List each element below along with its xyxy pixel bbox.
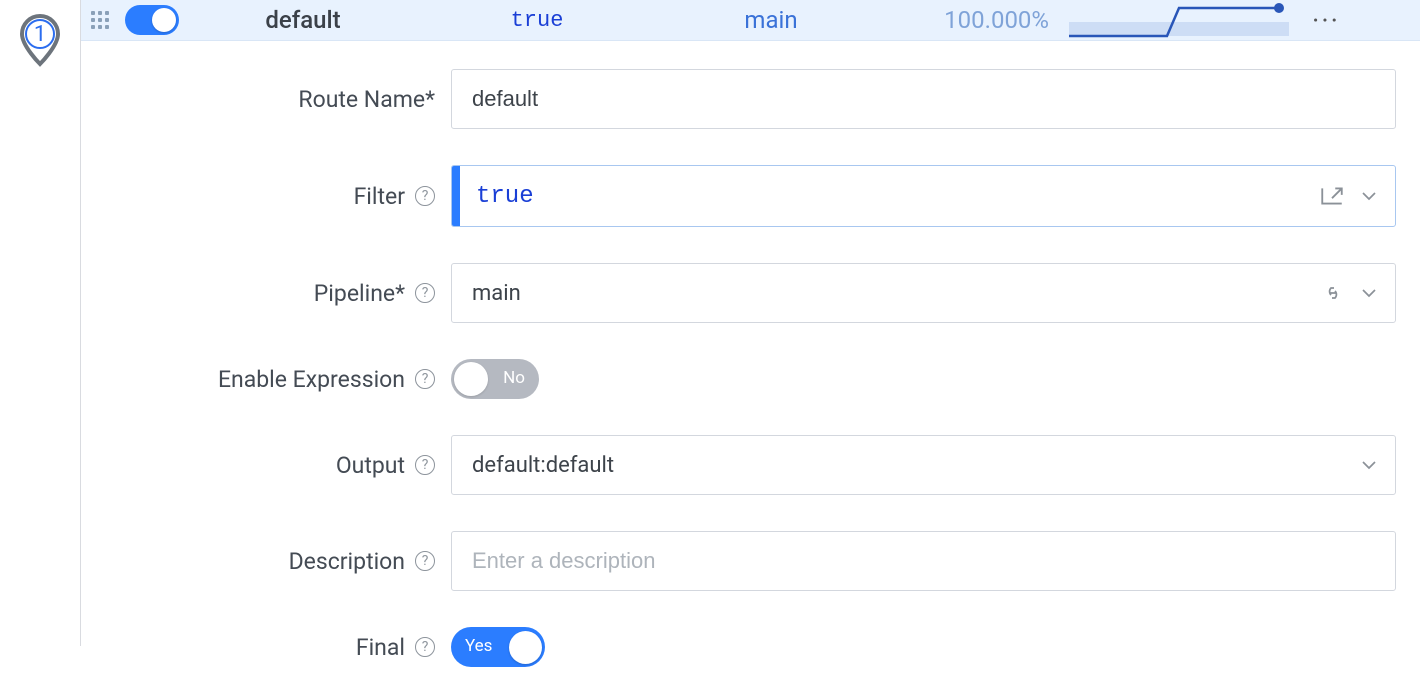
route-summary-header: default true main 100.000% ··· bbox=[81, 0, 1420, 41]
toggle-label-no: No bbox=[503, 368, 525, 388]
header-percent: 100.000% bbox=[895, 6, 1055, 34]
help-icon[interactable]: ? bbox=[415, 551, 435, 571]
help-icon[interactable]: ? bbox=[415, 455, 435, 475]
output-select[interactable]: default:default bbox=[451, 435, 1396, 495]
output-value: default:default bbox=[472, 453, 1357, 478]
badge-column: 1 bbox=[0, 0, 80, 646]
filter-value: true bbox=[460, 183, 1319, 210]
route-index: 1 bbox=[16, 22, 64, 47]
label-description: Description bbox=[289, 548, 405, 575]
route-name-input[interactable] bbox=[451, 69, 1396, 129]
chevron-down-icon[interactable] bbox=[1357, 184, 1381, 208]
label-route-name: Route Name* bbox=[298, 86, 435, 113]
label-pipeline: Pipeline* bbox=[314, 280, 405, 307]
help-icon[interactable]: ? bbox=[415, 369, 435, 389]
drag-handle-icon[interactable] bbox=[87, 11, 111, 29]
description-input[interactable] bbox=[451, 531, 1396, 591]
help-icon[interactable]: ? bbox=[415, 637, 435, 657]
route-enabled-toggle[interactable] bbox=[125, 5, 179, 35]
chevron-down-icon[interactable] bbox=[1357, 453, 1381, 477]
label-enable-expression: Enable Expression bbox=[218, 366, 405, 393]
expand-icon[interactable] bbox=[1319, 185, 1345, 207]
chevron-down-icon[interactable] bbox=[1357, 281, 1381, 305]
enable-expression-toggle[interactable]: No bbox=[451, 359, 539, 399]
route-pin-badge: 1 bbox=[16, 12, 64, 60]
header-filter: true bbox=[427, 8, 647, 33]
pipeline-select[interactable]: main bbox=[451, 263, 1396, 323]
pipeline-value: main bbox=[472, 281, 1321, 306]
header-sparkline bbox=[1069, 0, 1289, 40]
help-icon[interactable]: ? bbox=[415, 283, 435, 303]
header-route-name: default bbox=[193, 6, 413, 34]
link-icon[interactable] bbox=[1321, 281, 1345, 305]
toggle-label-yes: Yes bbox=[465, 636, 492, 656]
label-output: Output bbox=[336, 452, 405, 479]
header-pipeline: main bbox=[661, 6, 881, 34]
filter-input[interactable]: true bbox=[451, 165, 1396, 227]
more-actions-icon[interactable]: ··· bbox=[1303, 4, 1349, 37]
label-filter: Filter bbox=[354, 183, 405, 210]
help-icon[interactable]: ? bbox=[415, 186, 435, 206]
route-form: Route Name* Filter ? true bbox=[81, 41, 1420, 677]
label-final: Final bbox=[356, 634, 405, 661]
final-toggle[interactable]: Yes bbox=[451, 627, 545, 667]
